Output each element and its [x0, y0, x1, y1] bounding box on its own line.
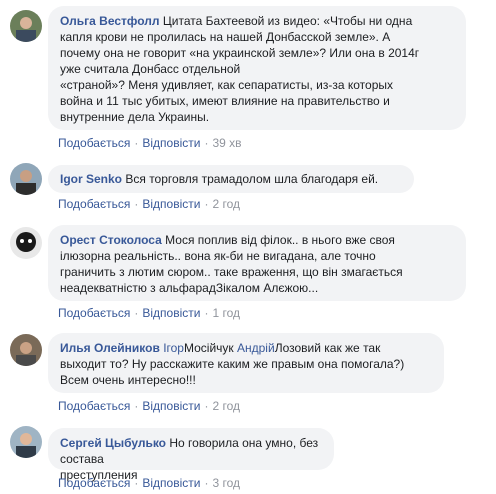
like-button[interactable]: Подобається	[58, 136, 130, 150]
comment-text-line: уже считала Донбасс отдельной	[60, 62, 241, 76]
comment-timestamp[interactable]: 39 хв	[212, 136, 241, 150]
separator-dot: ·	[134, 306, 139, 320]
avatar[interactable]	[10, 227, 42, 259]
comment-bubble: Орест Стоколоса Мося поплив від філок.. …	[48, 225, 466, 301]
comment-text-line: Вся торговля трамадолом шла благодаря ей…	[125, 172, 379, 186]
reply-button[interactable]: Відповісти	[142, 399, 200, 413]
avatar[interactable]	[10, 426, 42, 458]
comment-text-line: граничить з лютим сюром.. таке враження,…	[60, 265, 403, 279]
avatar[interactable]	[10, 334, 42, 366]
comment-timestamp[interactable]: 2 год	[212, 399, 240, 413]
comment-actions: Подобається · Відповісти · 2 год	[58, 196, 240, 212]
reply-button[interactable]: Відповісти	[142, 136, 200, 150]
comment-text-line: внутренние дела Украины.	[60, 110, 210, 124]
comment-text: Мосійчук	[183, 341, 237, 355]
avatar[interactable]	[10, 163, 42, 195]
comment-text-line: Всем очень интересно!!!	[60, 373, 196, 387]
comment-text-line: Цитата Бахтеевой из видео: «Чтобы ни одн…	[162, 14, 413, 28]
comment-text-line: неадекватністю з альфарадЗікалом Алєжою.…	[60, 281, 319, 295]
mention-link[interactable]: Андрій	[237, 341, 275, 355]
like-button[interactable]: Подобається	[58, 476, 130, 490]
comment-bubble: Ольга Вестфолл Цитата Бахтеевой из видео…	[48, 6, 466, 130]
separator-dot: ·	[134, 136, 139, 150]
separator-dot: ·	[204, 476, 209, 490]
mention-link[interactable]: Ігор	[163, 341, 184, 355]
comment-text-line: капля крови не пролилась на нашей Донбас…	[60, 30, 391, 44]
like-button[interactable]: Подобається	[58, 399, 130, 413]
comment-text-line: «страной»? Меня удивляет, как сепаратист…	[60, 78, 394, 92]
comment-actions: Подобається · Відповісти · 3 год	[58, 475, 240, 491]
separator-dot: ·	[134, 476, 139, 490]
comment-actions: Подобається · Відповісти · 2 год	[58, 398, 240, 414]
separator-dot: ·	[204, 306, 209, 320]
reply-button[interactable]: Відповісти	[142, 476, 200, 490]
comment-timestamp[interactable]: 3 год	[212, 476, 240, 490]
separator-dot: ·	[204, 136, 209, 150]
comment-text-line: почему она не говорит «на украинской зем…	[60, 46, 420, 60]
like-button[interactable]: Подобається	[58, 306, 130, 320]
comment-author[interactable]: Ольга Вестфолл	[60, 14, 160, 28]
comment-text-line: выходит то? Ну расскажите каким же правы…	[60, 357, 405, 371]
comment-author[interactable]: Илья Олейников	[60, 341, 160, 355]
comment-text-line: ілюзорна реальність.. вона як-би не вига…	[60, 249, 376, 263]
comment-author[interactable]: Орест Стоколоса	[60, 233, 162, 247]
separator-dot: ·	[204, 197, 209, 211]
separator-dot: ·	[134, 399, 139, 413]
comment-timestamp[interactable]: 1 год	[212, 306, 240, 320]
comment-text: Лозовий как же так	[274, 341, 381, 355]
comment-text-line: война и 11 тыс убитых, имеют влияние на …	[60, 94, 390, 108]
reply-button[interactable]: Відповісти	[142, 197, 200, 211]
comment-timestamp[interactable]: 2 год	[212, 197, 240, 211]
comment-bubble: Igor Senko Вся торговля трамадолом шла б…	[48, 165, 414, 193]
comment-actions: Подобається · Відповісти · 1 год	[58, 305, 240, 321]
reply-button[interactable]: Відповісти	[142, 306, 200, 320]
comment-author[interactable]: Сергей Цыбулько	[60, 436, 166, 450]
comment-text-line: Мося поплив від філок.. в нього вже своя	[165, 233, 395, 247]
comment-actions: Подобається · Відповісти · 39 хв	[58, 135, 242, 151]
separator-dot: ·	[204, 399, 209, 413]
separator-dot: ·	[134, 197, 139, 211]
comment-bubble: Сергей Цыбулько Но говорила она умно, бе…	[48, 428, 334, 482]
like-button[interactable]: Подобається	[58, 197, 130, 211]
comment-bubble: Илья Олейников ІгорМосійчук АндрійЛозови…	[48, 333, 444, 393]
avatar[interactable]	[10, 10, 42, 42]
comment-author[interactable]: Igor Senko	[60, 172, 122, 186]
